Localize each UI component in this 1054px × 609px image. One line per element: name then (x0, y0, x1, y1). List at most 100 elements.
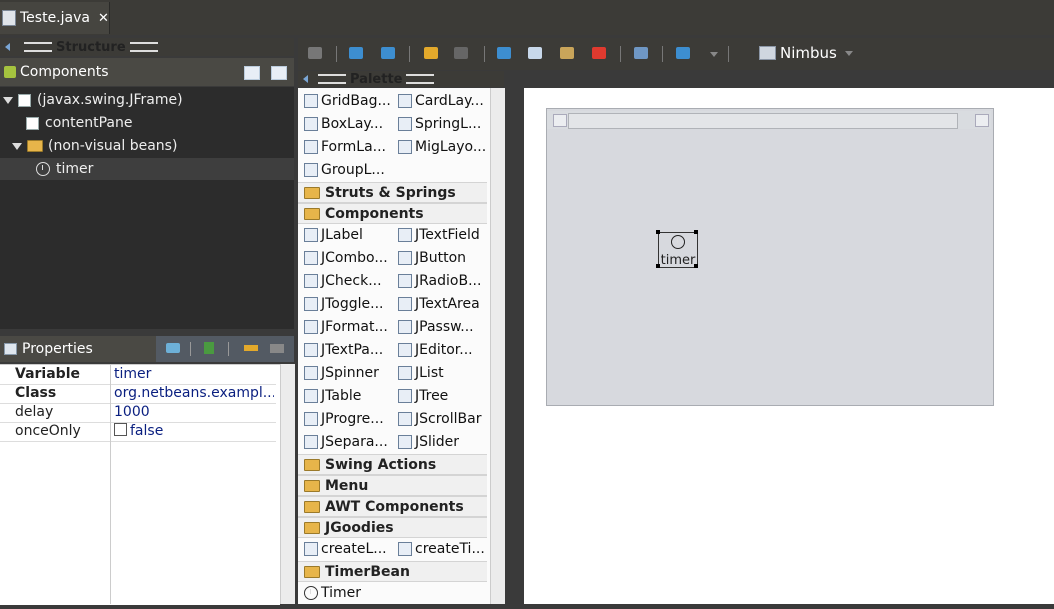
jframe-title-bar[interactable] (568, 113, 958, 129)
palette-category-jgoodies[interactable]: JGoodies (298, 517, 487, 538)
toolbar-separator (409, 46, 410, 62)
palette-item[interactable]: GridBag... (304, 93, 391, 109)
palette-category-swing-actions[interactable]: Swing Actions (298, 454, 487, 475)
delete-icon[interactable] (592, 47, 606, 59)
table-row[interactable]: delay 1000 (0, 403, 276, 423)
palette-item[interactable]: SpringL... (398, 116, 481, 132)
expand-toggle-icon[interactable] (12, 142, 22, 150)
palette-item[interactable]: JList (398, 365, 444, 381)
tree-node-contentpane[interactable]: contentPane (0, 112, 294, 134)
palette-item[interactable]: createTi... (398, 541, 485, 557)
toolbar-separator (190, 342, 191, 356)
test-design-icon[interactable] (308, 47, 322, 59)
palette-item[interactable]: JToggle... (304, 296, 384, 312)
column-divider[interactable] (110, 364, 111, 604)
show-categories-icon[interactable] (270, 344, 284, 353)
checkbox[interactable] (114, 423, 127, 436)
palette-scrollbar[interactable] (490, 88, 505, 604)
clock-icon (36, 162, 50, 176)
property-value[interactable]: 1000 (114, 404, 274, 420)
table-row[interactable]: onceOnly false (0, 422, 276, 442)
tree-node-jframe[interactable]: (javax.swing.JFrame) (0, 89, 294, 111)
close-tab-icon[interactable]: ✕ (98, 11, 109, 26)
property-name: Class (15, 385, 57, 401)
palette-item[interactable]: BoxLay... (304, 116, 383, 132)
laf-selector[interactable]: Nimbus (759, 44, 853, 62)
palette-item[interactable]: JCombo... (304, 250, 388, 266)
expand-toggle-icon[interactable] (3, 96, 13, 104)
palette-item[interactable]: JSpinner (304, 365, 379, 381)
expand-all-button[interactable] (244, 66, 260, 80)
show-advanced-icon[interactable] (244, 345, 258, 351)
jseparator-icon (304, 435, 318, 449)
palette-category-struts[interactable]: Struts & Springs (298, 182, 487, 203)
cut-icon[interactable] (497, 47, 511, 59)
resize-handle[interactable] (694, 264, 698, 268)
editor-tab[interactable]: Teste.java ✕ (0, 2, 110, 34)
palette-item[interactable]: JTree (398, 388, 448, 404)
table-row[interactable]: Class org.netbeans.exampl... (0, 384, 276, 404)
jtogglebutton-icon (304, 297, 318, 311)
copy-icon[interactable] (528, 47, 542, 59)
look-and-feel-icon[interactable] (676, 47, 690, 59)
palette-item[interactable]: JEditor... (398, 342, 473, 358)
structure-header[interactable]: Structure (0, 38, 294, 56)
resize-handle[interactable] (694, 230, 698, 234)
palette-category-timerbean[interactable]: TimerBean (298, 561, 487, 582)
palette-category-components[interactable]: Components (298, 203, 487, 224)
palette-item[interactable]: GroupL... (304, 162, 385, 178)
palette-item[interactable]: JTable (304, 388, 361, 404)
palette-item[interactable]: Timer (304, 585, 361, 601)
resize-handle[interactable] (656, 264, 660, 268)
folder-icon (304, 458, 320, 471)
palette-item-label: JFormat... (321, 319, 388, 335)
collapse-all-button[interactable] (271, 66, 287, 80)
palette-item[interactable]: MigLayo... (398, 139, 486, 155)
paste-icon[interactable] (560, 47, 574, 59)
preview-icon[interactable] (634, 47, 648, 59)
palette-item[interactable]: JLabel (304, 227, 363, 243)
palette-header[interactable]: Palette (298, 71, 504, 87)
chevron-down-icon[interactable] (710, 52, 718, 57)
maximize-icon[interactable] (975, 114, 989, 127)
palette-item[interactable]: FormLa... (304, 139, 386, 155)
palette-item[interactable]: JFormat... (304, 319, 388, 335)
collapse-left-icon[interactable] (5, 43, 10, 51)
property-value[interactable]: false (114, 423, 274, 439)
collapse-left-icon[interactable] (303, 75, 308, 83)
properties-scrollbar[interactable] (280, 364, 295, 604)
palette-item[interactable]: JRadioB... (398, 273, 481, 289)
palette-category-awt[interactable]: AWT Components (298, 496, 487, 517)
palette-item[interactable]: JTextPa... (304, 342, 383, 358)
palette-item[interactable]: JProgre... (304, 411, 384, 427)
palette-item[interactable]: JScrollBar (398, 411, 481, 427)
tree-node-timer[interactable]: timer (0, 158, 294, 180)
table-row[interactable]: Variable timer (0, 365, 276, 385)
palette: GridBag... CardLay... BoxLay... SpringL.… (298, 88, 490, 604)
redo-icon[interactable] (454, 47, 468, 59)
tree-node-non-visual-beans[interactable]: (non-visual beans) (0, 135, 294, 157)
bean-label: timer (660, 253, 696, 268)
show-events-icon[interactable] (166, 343, 180, 353)
timer-bean[interactable]: timer (658, 232, 698, 268)
palette-item[interactable]: CardLay... (398, 93, 484, 109)
palette-item[interactable]: JPassw... (398, 319, 474, 335)
selection-mode-icon[interactable] (381, 47, 395, 59)
minimize-icon[interactable] (553, 114, 567, 127)
palette-item[interactable]: JButton (398, 250, 466, 266)
palette-item[interactable]: JTextArea (398, 296, 480, 312)
palette-item[interactable]: createL... (304, 541, 387, 557)
property-value[interactable]: timer (114, 366, 274, 382)
jframe-preview[interactable] (546, 108, 994, 406)
resize-handle[interactable] (656, 230, 660, 234)
palette-item[interactable]: JCheck... (304, 273, 382, 289)
goto-definition-icon[interactable] (204, 342, 214, 354)
property-value[interactable]: org.netbeans.exampl... (114, 385, 274, 401)
palette-item[interactable]: JSlider (398, 434, 459, 450)
chevron-down-icon[interactable] (844, 50, 853, 56)
undo-icon[interactable] (424, 47, 438, 59)
palette-item[interactable]: JSepara... (304, 434, 388, 450)
palette-item[interactable]: JTextField (398, 227, 480, 243)
connection-mode-icon[interactable] (349, 47, 363, 59)
palette-category-menu[interactable]: Menu (298, 475, 487, 496)
